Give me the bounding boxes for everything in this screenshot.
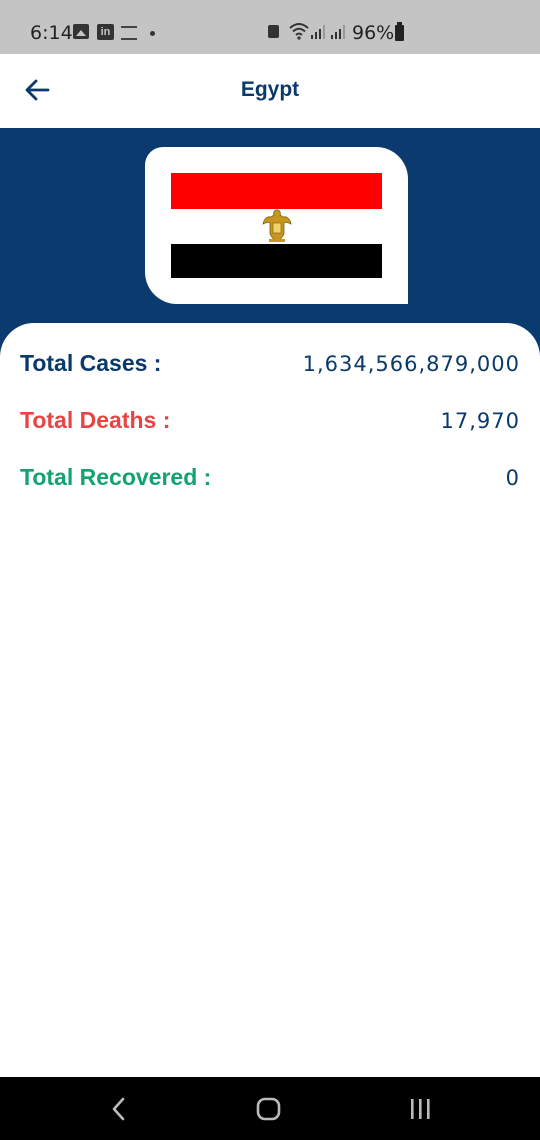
total-recovered-value: 0 xyxy=(505,466,520,490)
eagle-emblem-icon xyxy=(262,209,292,242)
gallery-icon xyxy=(73,24,89,39)
total-recovered-label: Total Recovered : xyxy=(20,464,212,490)
total-cases-label: Total Cases : xyxy=(20,350,162,376)
flag-card xyxy=(145,147,408,304)
recents-icon[interactable] xyxy=(405,1095,435,1123)
status-bar: 6:14 in 96% xyxy=(0,0,540,54)
dot-icon xyxy=(150,31,155,36)
status-time: 6:14 xyxy=(30,22,73,44)
page-title: Egypt xyxy=(240,78,300,101)
navigation-bar xyxy=(0,1077,540,1140)
flag-red-stripe xyxy=(171,173,382,209)
stat-row-total-cases: Total Cases : 1,634,566,879,000 xyxy=(20,350,520,390)
app-notification-icon xyxy=(121,26,137,40)
lock-icon xyxy=(268,25,279,38)
battery-percent: 96% xyxy=(352,22,395,44)
home-icon[interactable] xyxy=(255,1095,283,1123)
total-deaths-value: 17,970 xyxy=(440,409,520,433)
total-deaths-label: Total Deaths : xyxy=(20,407,171,433)
signal-icon xyxy=(331,25,345,39)
total-cases-value: 1,634,566,879,000 xyxy=(302,352,520,376)
app-bar: Egypt xyxy=(0,54,540,128)
flag-black-stripe xyxy=(171,244,382,278)
stat-row-total-recovered: Total Recovered : 0 xyxy=(20,464,520,504)
linkedin-icon: in xyxy=(97,24,114,40)
wifi-icon xyxy=(289,23,309,40)
back-icon[interactable] xyxy=(106,1095,132,1123)
signal-icon xyxy=(311,25,325,39)
stats-card: Total Cases : 1,634,566,879,000 Total De… xyxy=(0,323,540,1077)
stat-row-total-deaths: Total Deaths : 17,970 xyxy=(20,407,520,447)
battery-icon xyxy=(395,22,404,41)
